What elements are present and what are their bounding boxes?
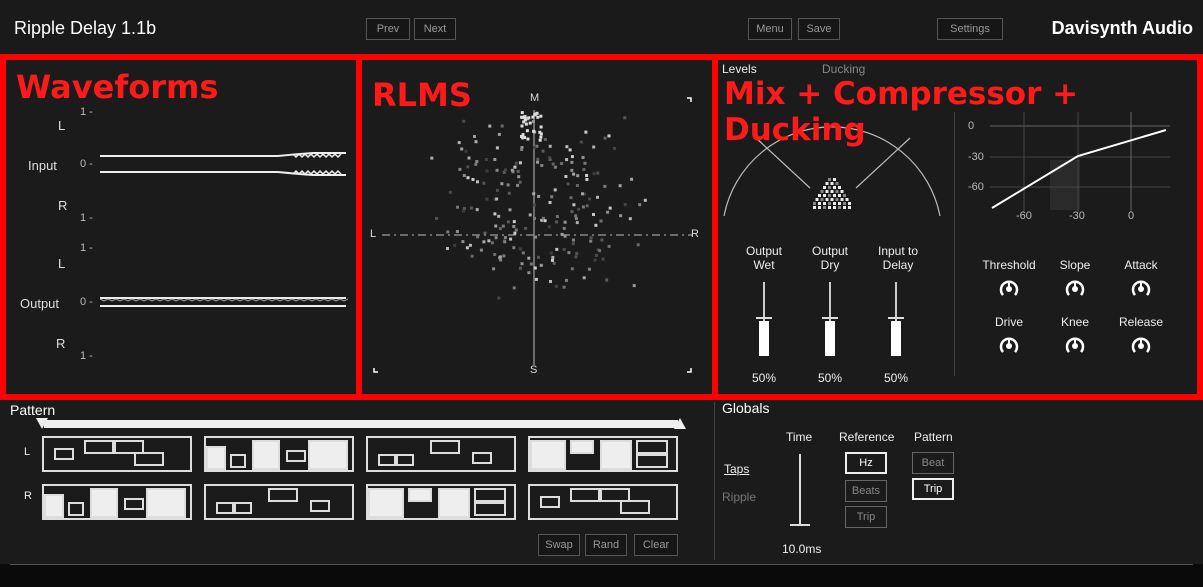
pattern-step[interactable] (286, 450, 306, 462)
pattern-cell[interactable] (528, 436, 678, 472)
pattern-step[interactable] (472, 452, 492, 464)
pattern-step[interactable] (124, 498, 144, 510)
pattern-trip-button[interactable]: Trip (912, 478, 954, 500)
pattern-step[interactable] (396, 454, 414, 466)
range-start-handle[interactable] (36, 418, 48, 430)
save-button[interactable]: Save (798, 18, 840, 40)
pattern-cell[interactable] (528, 484, 678, 520)
pattern-step[interactable] (636, 454, 668, 468)
pattern-step[interactable] (430, 440, 460, 454)
pattern-step[interactable] (474, 502, 506, 516)
time-slider-thumb[interactable] (790, 524, 810, 526)
pattern-step[interactable] (216, 502, 234, 514)
reference-header: Reference (839, 430, 895, 444)
pattern-cell[interactable] (366, 484, 516, 520)
pattern-step[interactable] (234, 502, 252, 514)
reference-beats-button[interactable]: Beats (845, 480, 887, 502)
time-slider-track[interactable] (799, 454, 801, 526)
pattern-header: Pattern (914, 430, 953, 444)
pattern-step[interactable] (408, 488, 432, 502)
header-bar (0, 0, 1203, 56)
pattern-cell[interactable] (366, 436, 516, 472)
pattern-step[interactable] (620, 500, 650, 514)
pattern-cell[interactable] (42, 436, 192, 472)
prev-button[interactable]: Prev (366, 18, 410, 40)
pattern-step[interactable] (252, 440, 280, 470)
pattern-step[interactable] (44, 494, 64, 518)
pattern-title: Pattern (10, 402, 56, 418)
swap-button[interactable]: Swap (538, 534, 580, 556)
pattern-step[interactable] (134, 452, 164, 466)
range-end-handle[interactable] (674, 418, 686, 430)
pattern-range-bar[interactable] (44, 420, 678, 428)
pattern-step[interactable] (368, 488, 404, 518)
globals-divider (714, 402, 715, 560)
ripple-link[interactable]: Ripple (722, 490, 756, 504)
pattern-step[interactable] (146, 488, 186, 518)
mix-overlay-label: Mix + Compressor + Ducking (724, 76, 1079, 148)
rlms-overlay-label: RLMS (372, 76, 472, 114)
pattern-cell[interactable] (204, 484, 354, 520)
pattern-step[interactable] (310, 500, 330, 512)
menu-button[interactable]: Menu (748, 18, 792, 40)
pattern-cell[interactable] (42, 484, 192, 520)
pattern-l-label: L (24, 446, 31, 458)
pattern-step[interactable] (438, 488, 470, 518)
pattern-step[interactable] (68, 502, 84, 516)
pattern-step[interactable] (540, 496, 560, 508)
pattern-step[interactable] (230, 454, 246, 468)
pattern-step[interactable] (570, 440, 594, 454)
taps-link[interactable]: Taps (724, 462, 749, 476)
time-value: 10.0ms (782, 542, 822, 556)
pattern-cell[interactable] (204, 436, 354, 472)
pattern-step[interactable] (600, 440, 632, 470)
footer-line (10, 564, 1193, 565)
brand-name: Davisynth Audio (1051, 18, 1193, 38)
pattern-step[interactable] (530, 440, 566, 470)
pattern-step[interactable] (636, 440, 668, 454)
reference-hz-button[interactable]: Hz (845, 452, 887, 474)
pattern-step[interactable] (308, 440, 348, 470)
pattern-step[interactable] (90, 488, 118, 518)
settings-button[interactable]: Settings (937, 18, 1003, 40)
time-header: Time (786, 430, 813, 444)
globals-title: Globals (722, 400, 770, 416)
pattern-beat-button[interactable]: Beat (912, 452, 954, 474)
pattern-step[interactable] (268, 488, 298, 502)
pattern-step[interactable] (206, 446, 226, 470)
waveforms-overlay-label: Waveforms (16, 68, 219, 106)
pattern-step[interactable] (84, 440, 114, 454)
rand-button[interactable]: Rand (585, 534, 627, 556)
pattern-step[interactable] (474, 488, 506, 502)
pattern-step[interactable] (570, 488, 600, 502)
pattern-step[interactable] (378, 454, 396, 466)
pattern-step[interactable] (54, 448, 74, 460)
pattern-r-label: R (24, 490, 32, 502)
app-title: Ripple Delay 1.1b (14, 18, 157, 38)
reference-trip-button[interactable]: Trip (845, 506, 887, 528)
clear-button[interactable]: Clear (634, 534, 678, 556)
next-button[interactable]: Next (414, 18, 456, 40)
